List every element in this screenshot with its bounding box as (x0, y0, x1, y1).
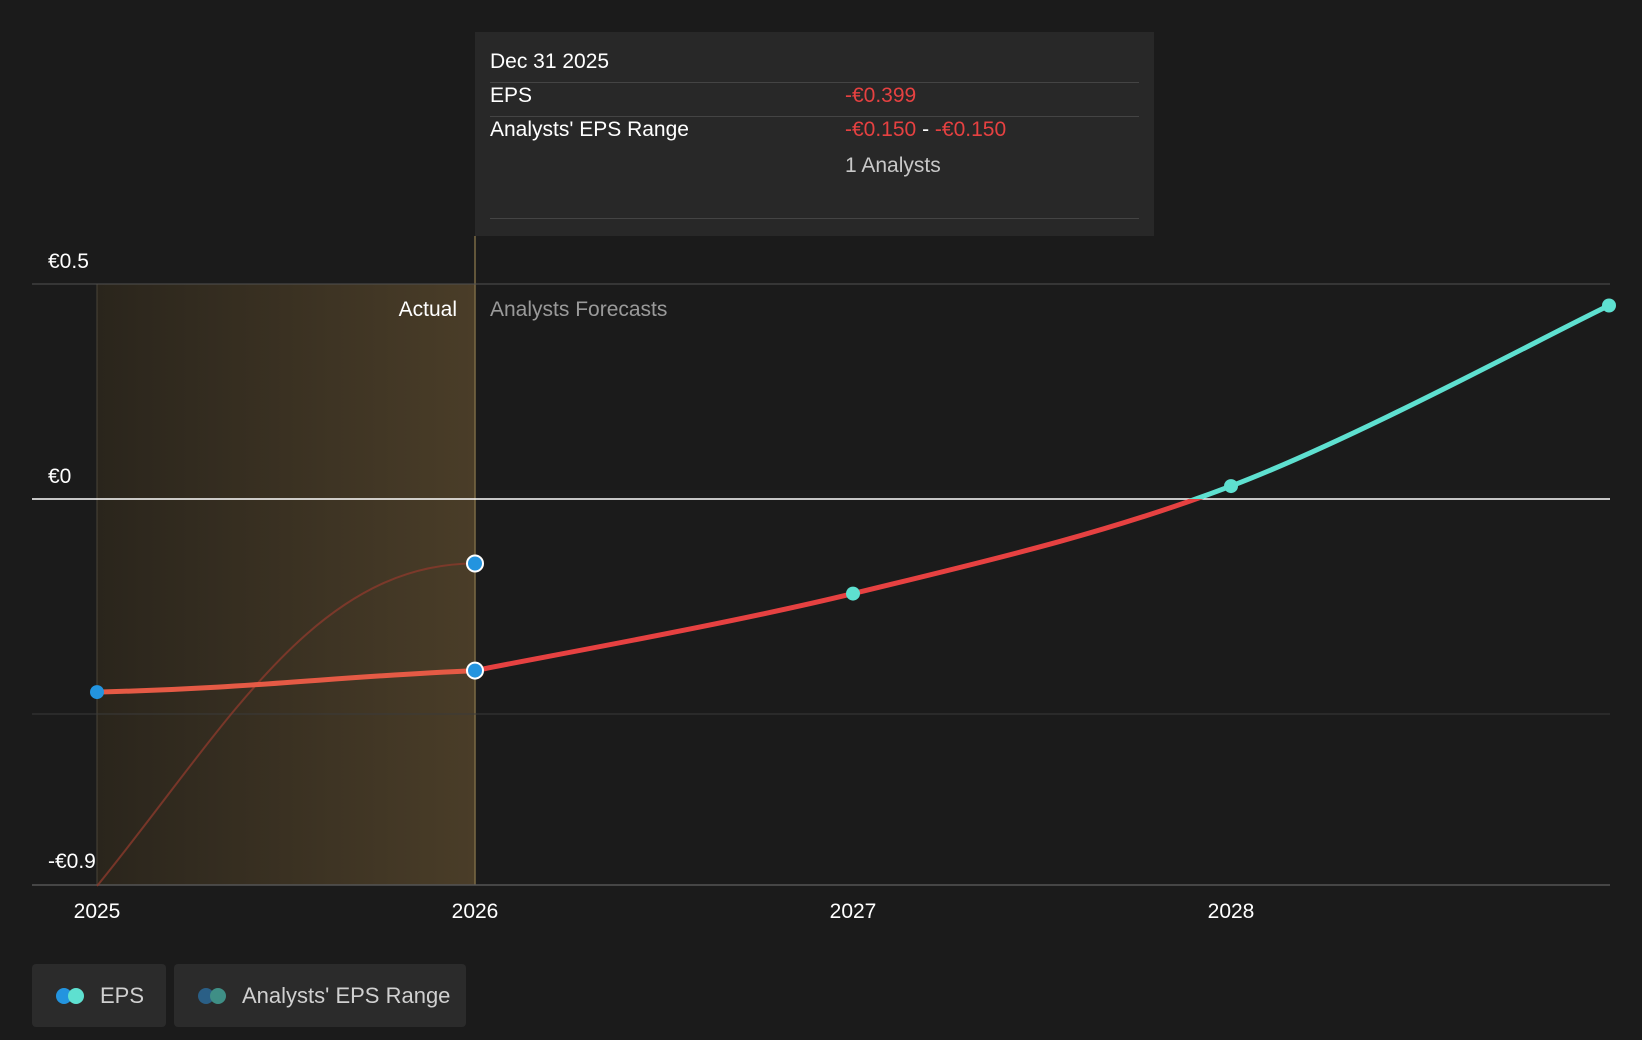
tooltip-range-value: -€0.150 - -€0.150 (845, 118, 1006, 142)
legend-range-label: Analysts' EPS Range (242, 982, 451, 1008)
x-tick-label: 2026 (452, 900, 499, 923)
tooltip-analyst-count: 1 Analysts (845, 154, 941, 177)
eps-forecast-point (846, 586, 860, 601)
eps-forecast-line-negative (472, 499, 1204, 674)
y-tick-label: €0 (48, 465, 71, 488)
x-tick-label: 2027 (830, 900, 877, 923)
tooltip-range-low: -€0.150 (845, 118, 917, 141)
actual-region-label: Actual (399, 298, 457, 321)
eps-chart: €0.5 €0 -€0.9 2025 2026 2027 2028 Actual Analyst… (0, 0, 1642, 1040)
legend-range-swatch (198, 987, 228, 1004)
eps-actual-point (90, 685, 104, 700)
x-tick-label: 2025 (74, 900, 121, 923)
legend-eps-label: EPS (100, 982, 145, 1008)
y-tick-label: €0.5 (48, 250, 89, 273)
tooltip-range-label: Analysts' EPS Range (490, 118, 689, 141)
tooltip-eps-value: -€0.399 (845, 84, 917, 107)
tooltip-range-separator: - (922, 118, 930, 141)
legend-item-eps[interactable]: EPS (32, 964, 166, 1027)
tooltip-divider (490, 116, 1139, 117)
legend-eps-swatch (56, 987, 86, 1004)
chart-tooltip: Dec 31 2025 EPS -€0.399 Analysts' EPS Ra… (475, 32, 1154, 236)
tooltip-divider (490, 218, 1139, 219)
eps-forecast-line-positive (1188, 303, 1612, 499)
y-tick-label: -€0.9 (48, 850, 96, 873)
forecast-region-label: Analysts Forecasts (490, 298, 667, 321)
eps-actual-point (466, 661, 484, 680)
tooltip-range-high: -€0.150 (934, 118, 1007, 141)
legend-swatch-dot (68, 987, 84, 1004)
eps-range-point (466, 554, 484, 573)
tooltip-date: Dec 31 2025 (490, 50, 610, 73)
eps-forecast-point (1602, 298, 1616, 313)
legend-swatch-dot (210, 987, 226, 1004)
eps-forecast-point (1224, 479, 1238, 494)
tooltip-eps-label: EPS (490, 84, 533, 107)
actual-region-band (97, 284, 475, 885)
tooltip-divider (490, 82, 1139, 83)
x-tick-label: 2028 (1208, 900, 1255, 923)
legend-item-eps-range[interactable]: Analysts' EPS Range (174, 964, 466, 1027)
